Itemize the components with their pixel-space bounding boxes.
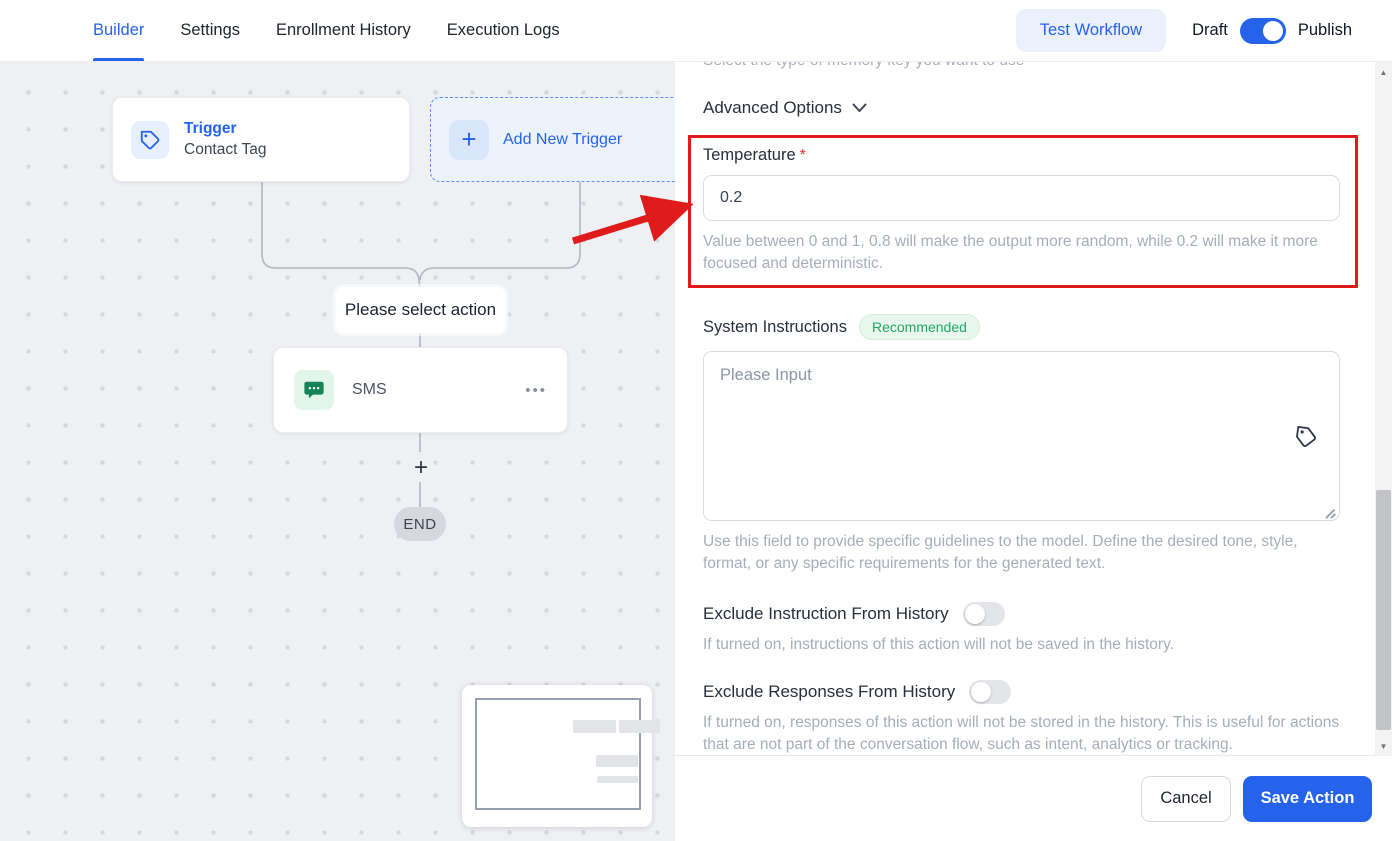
exclude-instruction-helper-text: If turned on, instructions of this actio… — [703, 636, 1174, 653]
action-config-panel: Select the type of memory key you want t… — [675, 62, 1392, 841]
sms-node-label: SMS — [352, 381, 387, 398]
temperature-input[interactable] — [703, 175, 1340, 221]
tag-icon — [131, 120, 169, 159]
panel-scrollbar[interactable]: ▲ ▼ — [1375, 62, 1392, 756]
tab-execution-logs[interactable]: Execution Logs — [447, 0, 560, 61]
save-action-button[interactable]: Save Action — [1243, 775, 1372, 822]
scrollbar-down-arrow[interactable]: ▼ — [1375, 738, 1392, 754]
advanced-options-label: Advanced Options — [703, 98, 842, 117]
workflow-canvas[interactable]: Trigger Contact Tag + Add New Trigger Pl… — [0, 62, 675, 841]
annotation-highlight-box: Temperature* Value between 0 and 1, 0.8 … — [688, 135, 1358, 288]
select-action-label: Please select action — [336, 287, 505, 333]
minimap-node — [619, 720, 660, 733]
panel-footer: Cancel Save Action — [675, 755, 1392, 841]
clipped-help-text: Select the type of memory key you want t… — [703, 62, 1340, 71]
exclude-responses-helper-text: If turned on, responses of this action w… — [703, 714, 1340, 753]
chevron-down-icon — [852, 103, 867, 112]
minimap-node — [597, 776, 638, 783]
canvas-minimap[interactable] — [462, 685, 660, 827]
required-asterisk: * — [799, 147, 806, 164]
recommended-badge: Recommended — [858, 314, 980, 340]
tab-settings[interactable]: Settings — [180, 0, 240, 61]
system-instructions-label: System Instructions — [703, 317, 847, 336]
plus-icon: + — [449, 119, 489, 160]
publish-label: Publish — [1297, 21, 1352, 39]
system-instructions-textarea[interactable] — [704, 352, 1339, 520]
tab-enrollment-history[interactable]: Enrollment History — [276, 0, 411, 61]
exclude-responses-toggle[interactable] — [969, 680, 1012, 704]
add-new-trigger-label: Add New Trigger — [503, 130, 623, 148]
draft-label: Draft — [1192, 21, 1228, 39]
system-instructions-helper-text: Use this field to provide specific guide… — [703, 533, 1298, 572]
sms-action-node[interactable]: SMS ••• — [273, 347, 568, 433]
scrollbar-up-arrow[interactable]: ▲ — [1375, 64, 1392, 80]
nav-tabs: Builder Settings Enrollment History Exec… — [0, 0, 560, 61]
temperature-label: Temperature — [703, 146, 796, 164]
scrollbar-thumb[interactable] — [1376, 490, 1391, 730]
test-workflow-button[interactable]: Test Workflow — [1015, 9, 1167, 52]
add-new-trigger-button[interactable]: + Add New Trigger — [430, 97, 675, 182]
trigger-node-subtitle: Contact Tag — [184, 141, 267, 158]
minimap-node — [596, 755, 638, 767]
textarea-resize-handle[interactable] — [1324, 505, 1336, 517]
publish-toggle[interactable] — [1239, 17, 1286, 44]
publish-toggle-knob — [1262, 20, 1283, 41]
cancel-button[interactable]: Cancel — [1141, 775, 1231, 822]
exclude-instruction-label: Exclude Instruction From History — [703, 604, 949, 623]
minimap-node — [573, 720, 616, 733]
end-badge: END — [394, 507, 446, 541]
panel-scroll-area[interactable]: Select the type of memory key you want t… — [675, 62, 1392, 755]
toggle-knob — [964, 604, 985, 624]
add-step-icon[interactable]: + — [408, 454, 434, 482]
exclude-responses-label: Exclude Responses From History — [703, 682, 956, 701]
tab-builder[interactable]: Builder — [93, 0, 145, 61]
trigger-node[interactable]: Trigger Contact Tag — [112, 97, 410, 182]
system-instructions-field — [703, 351, 1340, 521]
toggle-knob — [971, 682, 992, 702]
exclude-instruction-toggle[interactable] — [962, 602, 1005, 626]
sms-chat-icon — [294, 370, 334, 410]
top-navigation-bar: Builder Settings Enrollment History Exec… — [0, 0, 1392, 62]
minimap-viewport[interactable] — [475, 698, 660, 810]
insert-tag-icon[interactable] — [1294, 425, 1318, 454]
temperature-helper-text: Value between 0 and 1, 0.8 will make the… — [703, 233, 1318, 272]
advanced-options-toggle[interactable]: Advanced Options — [703, 98, 1340, 118]
sms-node-menu-icon[interactable]: ••• — [525, 382, 547, 399]
trigger-node-title: Trigger — [184, 120, 237, 137]
